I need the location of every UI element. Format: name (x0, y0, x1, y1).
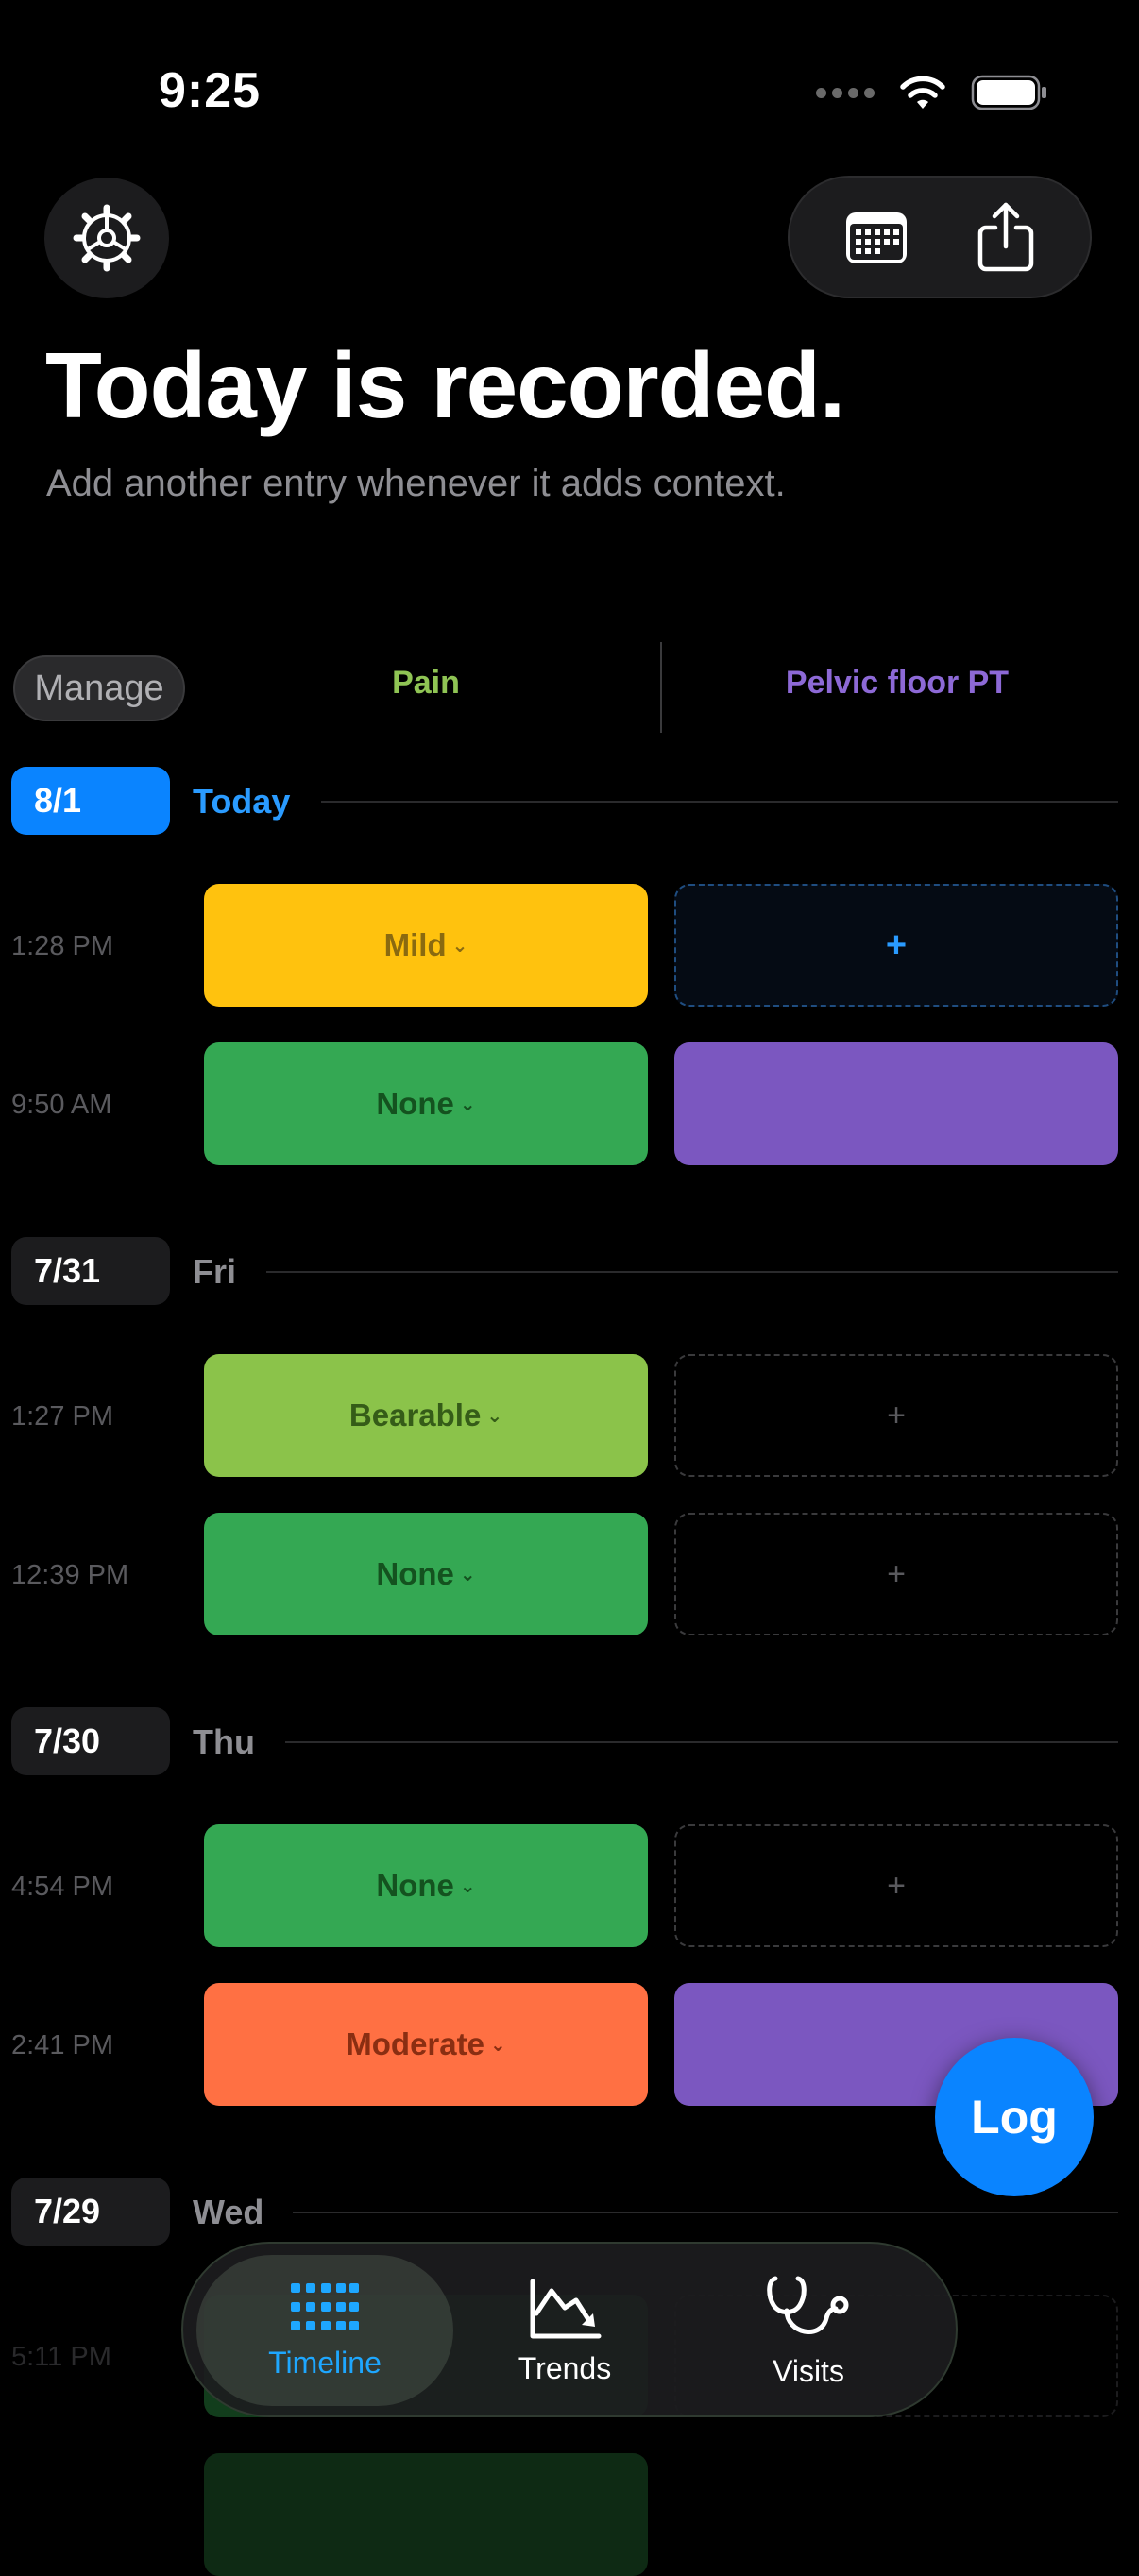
chevron-down-icon: ⌄ (459, 1093, 476, 1115)
pain-entry-cell[interactable] (204, 2453, 648, 2576)
pt-add-slot[interactable]: + (674, 1354, 1118, 1477)
pt-add-slot[interactable]: + (674, 1513, 1118, 1635)
status-time: 9:25 (159, 63, 262, 118)
tab-label: Visits (773, 2353, 844, 2388)
chevron-down-icon: ⌄ (459, 1564, 476, 1585)
tab-visits[interactable]: Visits (714, 2244, 903, 2419)
pt-entry-cell[interactable] (674, 1042, 1118, 1165)
chevron-down-icon: ⌄ (459, 1875, 476, 1897)
column-header-pain[interactable]: Pain (204, 665, 648, 702)
pain-value: None (376, 1086, 454, 1121)
share-icon (978, 202, 1034, 272)
manage-button[interactable]: Manage (13, 655, 185, 721)
pain-value: Mild (383, 927, 447, 962)
pain-entry-cell[interactable]: Bearable ⌄ (204, 1354, 648, 1477)
date-divider (266, 1271, 1118, 1273)
pt-add-slot[interactable]: + (674, 1824, 1118, 1947)
status-icons (816, 74, 1048, 111)
date-label: Fri (193, 1252, 237, 1291)
page-subtitle: Add another entry whenever it adds conte… (46, 463, 786, 504)
date-divider (285, 1741, 1118, 1743)
date-divider (321, 801, 1118, 803)
date-badge: 7/30 (11, 1707, 170, 1775)
pain-entry-cell[interactable]: Mild ⌄ (204, 884, 648, 1007)
tab-timeline[interactable]: Timeline (196, 2255, 453, 2406)
wifi-icon (900, 76, 945, 109)
date-label: Today (193, 782, 291, 821)
pain-entry-cell[interactable]: Moderate ⌄ (204, 1983, 648, 2106)
tab-label: Trends (518, 2350, 612, 2385)
pain-entry-cell[interactable]: None ⌄ (204, 1824, 648, 1947)
chart-trend-icon (530, 2279, 602, 2338)
entry-time: 12:39 PM (11, 1560, 129, 1590)
date-label: Wed (193, 2193, 264, 2231)
date-badge: 7/31 (11, 1237, 170, 1305)
date-badge: 7/29 (11, 2178, 170, 2246)
pain-value: Moderate (346, 2026, 484, 2061)
stethoscope-icon (767, 2276, 849, 2334)
gear-icon (73, 204, 141, 272)
column-header-pelvic-floor-pt[interactable]: Pelvic floor PT (674, 665, 1120, 702)
pain-value: Bearable (348, 1398, 482, 1432)
pain-value: None (376, 1556, 454, 1591)
chevron-down-icon: ⌄ (489, 2034, 506, 2056)
entry-time: 1:27 PM (11, 1401, 113, 1432)
entry-time: 9:50 AM (11, 1090, 112, 1120)
calendar-icon (846, 212, 907, 263)
chevron-down-icon: ⌄ (451, 935, 468, 957)
log-button[interactable]: Log (935, 2038, 1094, 2196)
entry-time: 2:41 PM (11, 2030, 113, 2060)
page-title: Today is recorded. (45, 333, 845, 437)
entry-time: 1:28 PM (11, 931, 113, 961)
date-label: Thu (193, 1722, 255, 1761)
entry-time: 5:11 PM (11, 2342, 111, 2372)
grid-icon (291, 2282, 359, 2330)
date-badge: 8/1 (11, 767, 170, 835)
date-divider (293, 2212, 1118, 2213)
pain-entry-cell[interactable]: None ⌄ (204, 1042, 648, 1165)
cellular-signal-icon (816, 87, 875, 98)
chevron-down-icon: ⌄ (486, 1405, 503, 1427)
pain-entry-cell[interactable]: None ⌄ (204, 1513, 648, 1635)
calendar-button[interactable] (844, 209, 909, 265)
tab-trends[interactable]: Trends (470, 2244, 659, 2419)
entry-time: 4:54 PM (11, 1872, 113, 1902)
settings-button[interactable] (44, 178, 169, 298)
pain-value: None (376, 1868, 454, 1903)
toolbar-pill (788, 176, 1092, 298)
pt-add-slot[interactable]: + (674, 884, 1118, 1007)
battery-icon (971, 75, 1046, 110)
column-divider (660, 642, 662, 733)
share-button[interactable] (977, 201, 1035, 273)
tab-label: Timeline (268, 2345, 382, 2380)
tab-bar: Timeline Trends Visits (181, 2242, 958, 2417)
